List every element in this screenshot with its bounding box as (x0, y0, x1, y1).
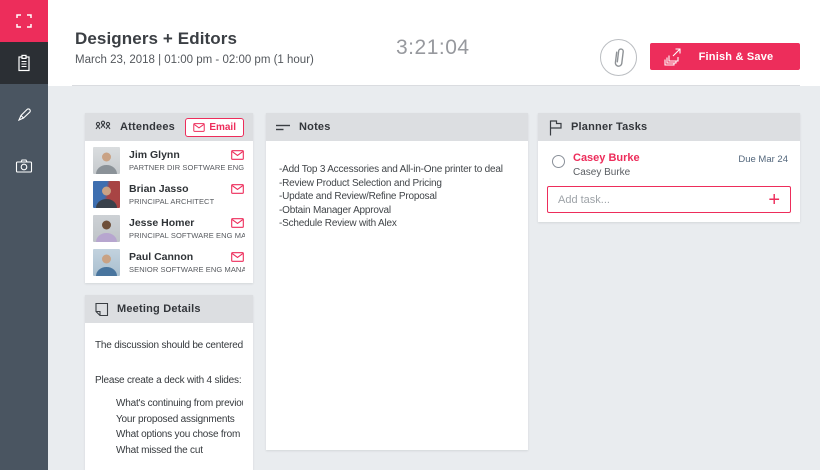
attendee-row[interactable]: Jesse Homer PRINCIPAL SOFTWARE ENG MANAG… (85, 211, 253, 245)
meeting-details-title: Meeting Details (117, 303, 201, 315)
attendee-name: Brian Jasso (129, 183, 214, 195)
attendee-name: Jesse Homer (129, 217, 245, 229)
task-info: Casey Burke Casey Burke (573, 152, 738, 178)
plus-icon[interactable]: + (760, 190, 780, 210)
sidebar-item-meeting-notes[interactable] (0, 42, 48, 84)
planner-title: Planner Tasks (571, 121, 647, 133)
pen-icon (16, 106, 33, 123)
attendee-info: Brian Jasso PRINCIPAL ARCHITECT (129, 183, 214, 206)
attendee-name: Jim Glynn (129, 149, 244, 161)
expand-icon (16, 14, 32, 28)
header: Designers + Editors March 23, 2018 | 01:… (48, 0, 820, 86)
attendee-role: PRINCIPAL ARCHITECT (129, 197, 214, 206)
meeting-timer: 3:21:04 (396, 36, 470, 60)
sidebar (0, 0, 48, 470)
add-task-input[interactable] (558, 194, 760, 206)
people-icon (94, 120, 112, 134)
attendee-row[interactable]: Paul Cannon SENIOR SOFTWARE ENG MANAGER (85, 245, 253, 279)
meeting-titlebox: Designers + Editors March 23, 2018 | 01:… (75, 29, 314, 66)
header-divider (72, 85, 800, 86)
details-deck-text: Please create a deck with 4 slides: (95, 375, 243, 386)
task-title: Casey Burke (573, 152, 738, 164)
note-page-icon (94, 302, 109, 317)
avatar (93, 181, 120, 208)
details-bullet: What's continuing from previou (116, 396, 243, 412)
finish-save-label: Finish & Save (684, 51, 788, 63)
task-complete-circle-icon[interactable] (552, 155, 565, 168)
share-pages-icon (662, 47, 684, 67)
finish-save-button[interactable]: Finish & Save (650, 43, 800, 70)
task-due-date: Due Mar 24 (738, 154, 788, 165)
task-row[interactable]: Casey Burke Casey Burke Due Mar 24 (547, 150, 791, 186)
task-assignee: Casey Burke (573, 167, 738, 178)
camera-icon (15, 158, 33, 174)
avatar (93, 147, 120, 174)
page-title: Designers + Editors (75, 29, 314, 49)
paperclip-icon (612, 46, 626, 70)
clipboard-icon (16, 54, 32, 72)
meeting-details-header: Meeting Details (85, 295, 253, 323)
attendee-row[interactable]: Brian Jasso PRINCIPAL ARCHITECT (85, 177, 253, 211)
email-all-button[interactable]: Email (185, 118, 244, 137)
flag-icon (547, 119, 563, 136)
lines-icon (275, 122, 291, 133)
attach-button[interactable] (600, 39, 637, 76)
note-line: -Update and Review/Refine Proposal (279, 190, 515, 204)
meeting-details-panel: Meeting Details The discussion should be… (85, 295, 253, 470)
attendee-role: PARTNER DIR SOFTWARE ENG (129, 163, 244, 172)
email-button-label: Email (209, 122, 236, 133)
sidebar-item-pen[interactable] (0, 94, 48, 134)
attendee-role: PRINCIPAL SOFTWARE ENG MANAGER (129, 231, 245, 240)
details-intro-text: The discussion should be centered o (95, 340, 243, 351)
envelope-icon (193, 123, 205, 132)
attendee-info: Paul Cannon SENIOR SOFTWARE ENG MANAGER (129, 251, 245, 274)
details-bullet: Your proposed assignments (116, 412, 243, 428)
meeting-details-body: The discussion should be centered o Plea… (85, 323, 253, 458)
planner-body: Casey Burke Casey Burke Due Mar 24 + (538, 141, 800, 222)
planner-tasks-panel: Planner Tasks Casey Burke Casey Burke Du… (538, 113, 800, 222)
envelope-icon[interactable] (231, 218, 244, 228)
notes-panel: Notes -Add Top 3 Accessories and All-in-… (266, 113, 528, 450)
attendees-header: Attendees Email (85, 113, 253, 141)
envelope-icon[interactable] (231, 252, 244, 262)
planner-header: Planner Tasks (538, 113, 800, 141)
avatar (93, 249, 120, 276)
note-line: -Schedule Review with Alex (279, 217, 515, 231)
details-bullet-list: What's continuing from previou Your prop… (95, 396, 243, 458)
meeting-datetime: March 23, 2018 | 01:00 pm - 02:00 pm (1 … (75, 54, 314, 66)
attendees-title: Attendees (120, 121, 175, 133)
attendee-row[interactable]: Jim Glynn PARTNER DIR SOFTWARE ENG (85, 143, 253, 177)
details-bullet: What missed the cut (116, 443, 243, 459)
envelope-icon[interactable] (231, 150, 244, 160)
sidebar-item-expand[interactable] (0, 0, 48, 42)
note-line: -Obtain Manager Approval (279, 204, 515, 218)
avatar (93, 215, 120, 242)
note-line: -Add Top 3 Accessories and All-in-One pr… (279, 163, 515, 177)
meeting-app-window: Designers + Editors March 23, 2018 | 01:… (0, 0, 820, 470)
details-bullet: What options you chose from (116, 427, 243, 443)
attendee-info: Jesse Homer PRINCIPAL SOFTWARE ENG MANAG… (129, 217, 245, 240)
attendee-role: SENIOR SOFTWARE ENG MANAGER (129, 265, 245, 274)
attendees-panel: Attendees Email Jim Glynn PARTNER DI (85, 113, 253, 283)
envelope-icon[interactable] (231, 184, 244, 194)
notes-header: Notes (266, 113, 528, 141)
attendee-name: Paul Cannon (129, 251, 245, 263)
notes-editor[interactable]: -Add Top 3 Accessories and All-in-One pr… (266, 141, 528, 450)
attendees-list: Jim Glynn PARTNER DIR SOFTWARE ENG Brian… (85, 141, 253, 283)
notes-title: Notes (299, 121, 331, 133)
note-line: -Review Product Selection and Pricing (279, 177, 515, 191)
attendee-info: Jim Glynn PARTNER DIR SOFTWARE ENG (129, 149, 244, 172)
add-task-box: + (547, 186, 791, 213)
sidebar-item-camera[interactable] (0, 146, 48, 186)
